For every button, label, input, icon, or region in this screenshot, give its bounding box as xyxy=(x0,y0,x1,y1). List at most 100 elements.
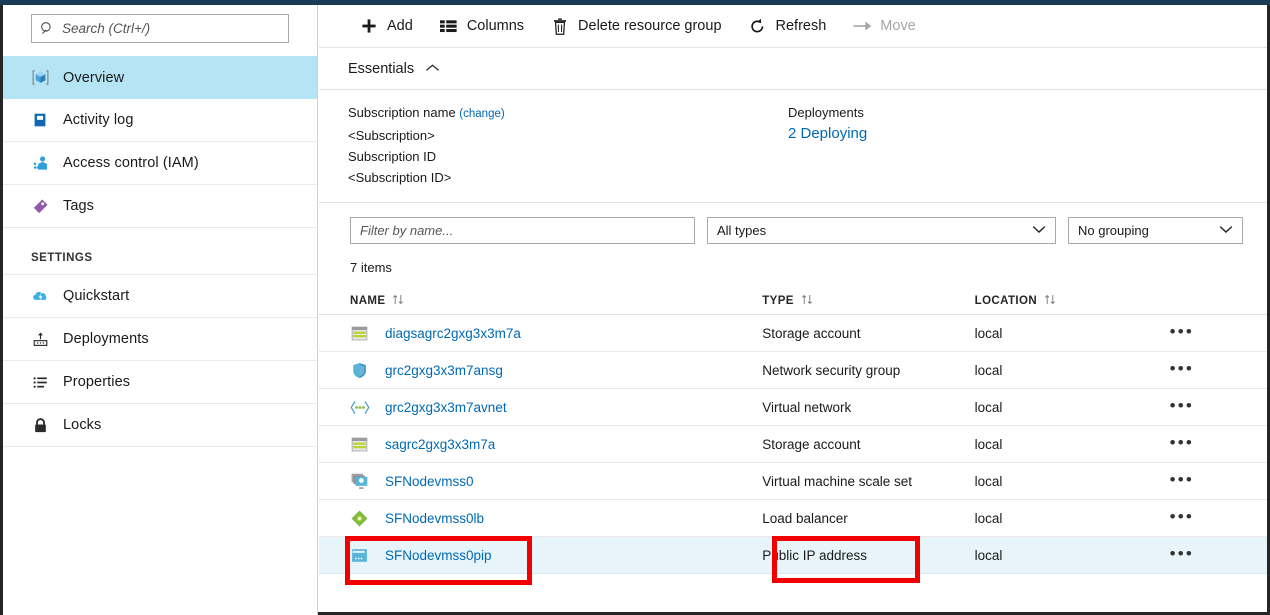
chevron-down-icon xyxy=(1219,225,1233,237)
refresh-button-label: Refresh xyxy=(776,18,827,34)
activity-log-icon xyxy=(31,111,63,129)
sidebar-item-activity-log[interactable]: Activity log xyxy=(3,99,317,142)
sidebar-item-label: Activity log xyxy=(63,112,134,128)
resource-group-main-panel: Add Columns xyxy=(319,5,1267,612)
ellipsis-icon[interactable]: ••• xyxy=(1170,359,1194,378)
sidebar-item-label: Locks xyxy=(63,417,101,433)
resource-name-cell: SFNodevmss0 xyxy=(350,472,762,491)
resource-location-cell: local xyxy=(975,400,1170,415)
sidebar-item-tags[interactable]: Tags xyxy=(3,185,317,228)
azure-portal-screenshot: Overview Activity log xyxy=(0,0,1270,615)
sort-updown-icon[interactable] xyxy=(392,294,405,308)
resource-type-cell: Virtual machine scale set xyxy=(762,474,974,489)
subscription-id-value: <Subscription ID> xyxy=(348,167,769,188)
resource-name-cell: sagrc2gxg3x3m7a xyxy=(350,435,762,454)
items-count-label: 7 items xyxy=(319,244,1267,275)
table-row[interactable]: grc2gxg3x3m7ansg Network security group … xyxy=(319,352,1267,389)
resource-link[interactable]: diagsagrc2gxg3x3m7a xyxy=(385,326,521,341)
resource-link[interactable]: SFNodevmss0lb xyxy=(385,511,484,526)
sidebar-item-quickstart[interactable]: Quickstart xyxy=(3,275,317,318)
table-row[interactable]: diagsagrc2gxg3x3m7a Storage account loca… xyxy=(319,315,1267,352)
row-actions-cell: ••• xyxy=(1170,546,1267,564)
sidebar-item-label: Quickstart xyxy=(63,288,129,304)
ellipsis-icon[interactable]: ••• xyxy=(1170,470,1194,489)
deployments-status-link[interactable]: 2 Deploying xyxy=(788,123,867,145)
sidebar-item-label: Properties xyxy=(63,374,130,390)
row-actions-cell: ••• xyxy=(1170,361,1267,379)
resource-location-cell: local xyxy=(975,363,1170,378)
sidebar-item-label: Tags xyxy=(63,198,94,214)
trash-icon xyxy=(550,18,570,35)
resource-location-cell: local xyxy=(975,326,1170,341)
resource-group-sidebar: Overview Activity log xyxy=(0,5,318,615)
filter-by-name-input[interactable] xyxy=(351,223,694,238)
table-row[interactable]: SFNodevmss0 Virtual machine scale set lo… xyxy=(319,463,1267,500)
columns-button[interactable]: Columns xyxy=(426,5,537,48)
ellipsis-icon[interactable]: ••• xyxy=(1170,544,1194,563)
filter-bar: All types No grouping xyxy=(319,203,1267,244)
resource-location-cell: local xyxy=(975,474,1170,489)
column-header-name-label: NAME xyxy=(350,295,385,307)
column-header-location-label: LOCATION xyxy=(975,295,1037,307)
refresh-button[interactable]: Refresh xyxy=(735,5,840,48)
search-input[interactable] xyxy=(62,21,288,36)
resource-type-cell: Virtual network xyxy=(762,400,974,415)
type-filter-value: All types xyxy=(717,223,766,238)
resource-link[interactable]: grc2gxg3x3m7ansg xyxy=(385,363,503,378)
resource-link[interactable]: SFNodevmss0 xyxy=(385,474,474,489)
access-control-icon xyxy=(31,154,63,173)
type-filter-dropdown[interactable]: All types xyxy=(707,217,1056,244)
column-header-location[interactable]: LOCATION xyxy=(975,294,1170,308)
table-row[interactable]: sagrc2gxg3x3m7a Storage account local ••… xyxy=(319,426,1267,463)
resource-link[interactable]: grc2gxg3x3m7avnet xyxy=(385,400,507,415)
subscription-name-value: <Subscription> xyxy=(348,125,769,146)
ellipsis-icon[interactable]: ••• xyxy=(1170,433,1194,452)
ellipsis-icon[interactable]: ••• xyxy=(1170,322,1194,341)
resource-location-cell: local xyxy=(975,548,1170,563)
sort-updown-icon[interactable] xyxy=(801,294,814,308)
sort-updown-icon[interactable] xyxy=(1044,294,1057,308)
delete-resource-group-button[interactable]: Delete resource group xyxy=(537,5,734,48)
sidebar-item-overview[interactable]: Overview xyxy=(3,56,317,99)
sidebar-item-properties[interactable]: Properties xyxy=(3,361,317,404)
shield-icon xyxy=(350,361,372,380)
change-subscription-link[interactable]: (change) xyxy=(459,108,504,120)
essentials-body: Subscription name (change) <Subscription… xyxy=(319,90,1267,203)
resource-type-cell: Load balancer xyxy=(762,511,974,526)
sidebar-item-access-control[interactable]: Access control (IAM) xyxy=(3,142,317,185)
deployments-icon xyxy=(31,330,63,349)
column-header-name[interactable]: NAME xyxy=(350,294,762,308)
sidebar-item-label: Deployments xyxy=(63,331,149,347)
add-button[interactable]: Add xyxy=(346,5,426,48)
storage-account-icon xyxy=(350,324,372,343)
table-row[interactable]: SFNodevmss0pip Public IP address local •… xyxy=(319,537,1267,574)
table-row[interactable]: SFNodevmss0lb Load balancer local ••• xyxy=(319,500,1267,537)
resource-link[interactable]: sagrc2gxg3x3m7a xyxy=(385,437,495,452)
resource-location-cell: local xyxy=(975,437,1170,452)
command-toolbar: Add Columns xyxy=(319,5,1267,48)
search-box[interactable] xyxy=(31,14,289,43)
chevron-up-icon[interactable] xyxy=(425,60,440,78)
search-icon xyxy=(32,21,62,36)
essentials-header[interactable]: Essentials xyxy=(319,48,1267,90)
load-balancer-icon xyxy=(350,509,372,528)
table-header-row: NAME TYPE xyxy=(319,287,1267,315)
row-actions-cell: ••• xyxy=(1170,324,1267,342)
row-actions-cell: ••• xyxy=(1170,472,1267,490)
resource-name-cell: grc2gxg3x3m7ansg xyxy=(350,361,762,380)
ellipsis-icon[interactable]: ••• xyxy=(1170,396,1194,415)
filter-by-name-box[interactable] xyxy=(350,217,695,244)
resource-type-cell: Storage account xyxy=(762,437,974,452)
deployments-label: Deployments xyxy=(788,102,867,123)
column-header-type[interactable]: TYPE xyxy=(762,294,974,308)
resource-name-cell: SFNodevmss0lb xyxy=(350,509,762,528)
sidebar-item-deployments[interactable]: Deployments xyxy=(3,318,317,361)
ellipsis-icon[interactable]: ••• xyxy=(1170,507,1194,526)
subscription-name-row: Subscription name (change) xyxy=(348,102,769,125)
sidebar-item-locks[interactable]: Locks xyxy=(3,404,317,447)
table-row[interactable]: grc2gxg3x3m7avnet Virtual network local … xyxy=(319,389,1267,426)
move-button[interactable]: Move xyxy=(839,5,928,48)
row-actions-cell: ••• xyxy=(1170,435,1267,453)
grouping-filter-dropdown[interactable]: No grouping xyxy=(1068,217,1243,244)
resource-link[interactable]: SFNodevmss0pip xyxy=(385,548,492,563)
